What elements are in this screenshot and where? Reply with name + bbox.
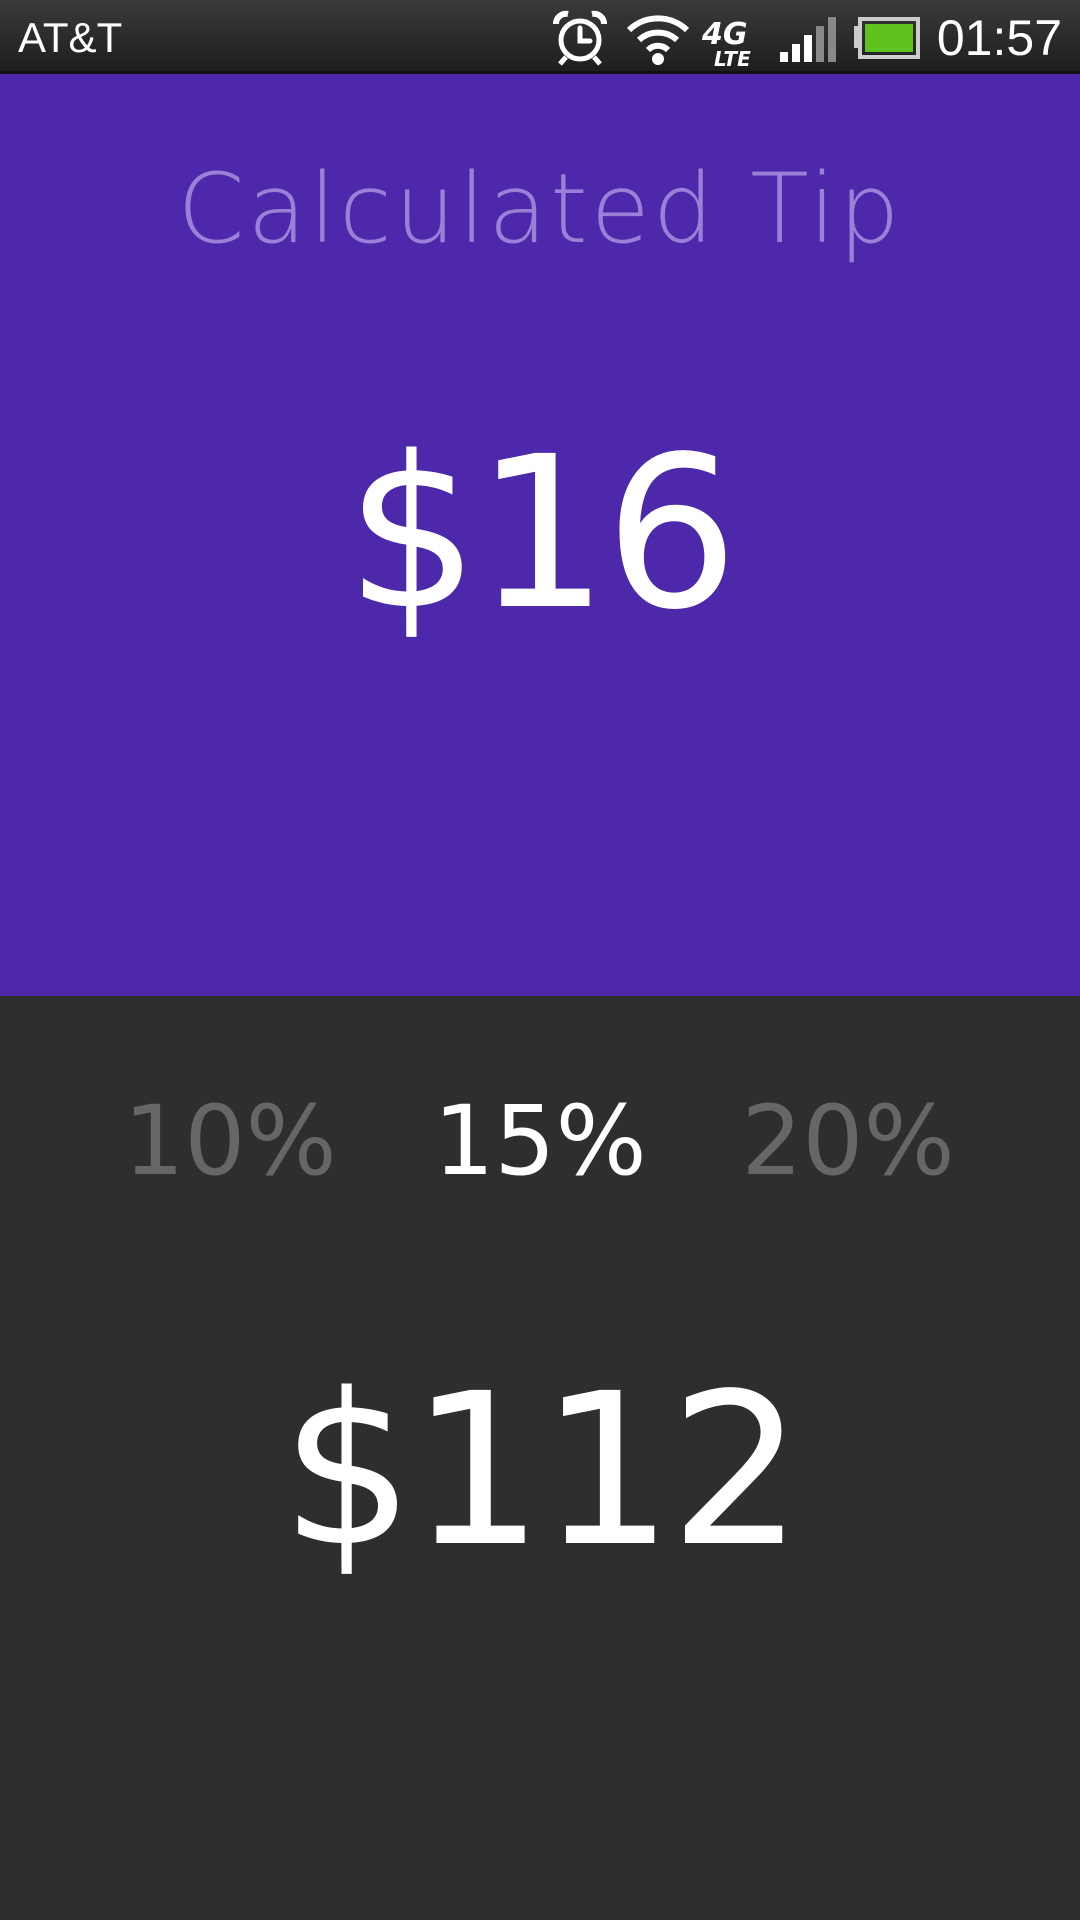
status-bar: AT&T 4G LTE 01:57 (0, 0, 1080, 74)
tip-amount: $16 (345, 411, 739, 656)
lte-icon: 4G LTE (701, 17, 751, 68)
total-amount[interactable]: $112 (0, 1356, 1080, 1586)
alarm-icon (553, 10, 607, 66)
tip-title: Calculated Tip (177, 153, 903, 265)
signal-icon (780, 17, 836, 62)
tip-option-20[interactable]: 20% (718, 1086, 978, 1196)
battery-icon (854, 17, 920, 59)
status-clock: 01:57 (936, 10, 1062, 66)
tip-panel: Calculated Tip $16 (0, 74, 1080, 996)
tip-option-15[interactable]: 15% (410, 1086, 670, 1196)
svg-text:LTE: LTE (714, 47, 751, 68)
tip-option-10[interactable]: 10% (100, 1086, 360, 1196)
carrier-label: AT&T (18, 14, 123, 61)
bill-panel: 10% 15% 20% $112 (0, 996, 1080, 1920)
wifi-icon (626, 15, 690, 65)
